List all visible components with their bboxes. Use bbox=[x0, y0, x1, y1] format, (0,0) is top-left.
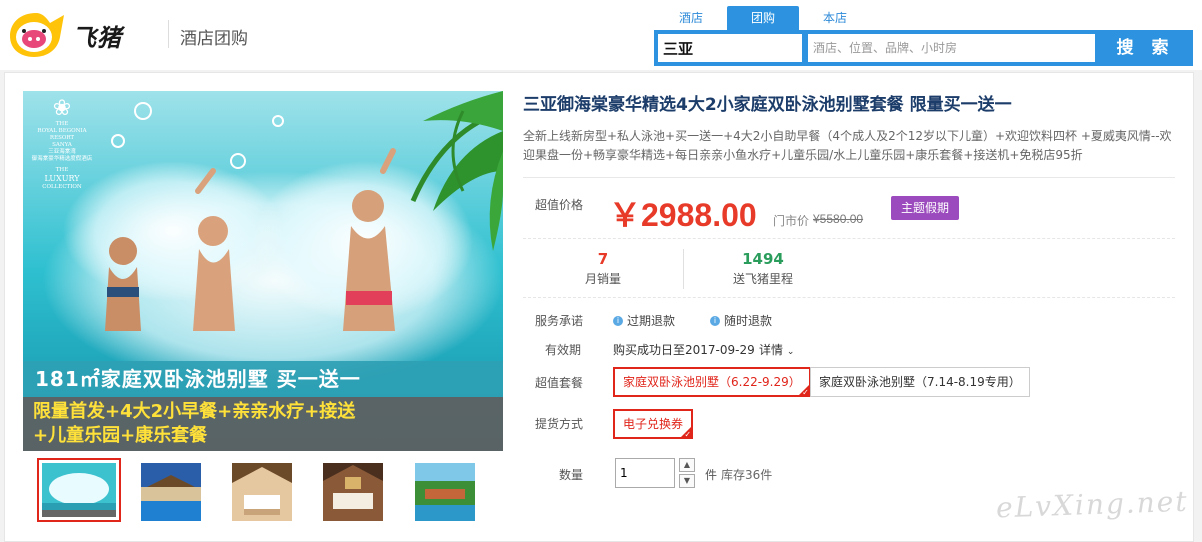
tab-hotel[interactable]: 酒店 bbox=[655, 6, 727, 32]
thumbnail-3[interactable] bbox=[232, 463, 292, 521]
promo-banner-details: 限量首发+4大2小早餐+亲亲水疗+接送 +儿童乐园+康乐套餐 bbox=[23, 397, 503, 451]
site-watermark: eLvXing.net bbox=[995, 484, 1190, 525]
package-label: 超值套餐 bbox=[535, 376, 584, 390]
check-icon: ✓ bbox=[802, 388, 809, 397]
validity-label: 有效期 bbox=[545, 343, 582, 357]
quantity-increment-button[interactable]: ▲ bbox=[679, 458, 695, 472]
product-title: 三亚御海棠豪华精选4大2小家庭双卧泳池别墅套餐 限量买一送一 bbox=[523, 95, 1012, 115]
reward-points: 1494 送飞猪里程 bbox=[693, 249, 833, 289]
header-divider bbox=[168, 20, 169, 48]
thumbnail-strip bbox=[23, 457, 503, 527]
begonia-flower-icon: ❀ bbox=[52, 96, 72, 121]
thumbnail-bedroom-image bbox=[232, 463, 292, 521]
check-icon: ✓ bbox=[684, 430, 692, 439]
theme-holiday-badge[interactable]: 主题假期 bbox=[891, 196, 959, 220]
package-option-2[interactable]: 家庭双卧泳池别墅（7.14-8.19专用） bbox=[810, 367, 1030, 397]
thumbnail-2[interactable] bbox=[141, 463, 201, 521]
thumbnail-room-image bbox=[323, 463, 383, 521]
stat-divider bbox=[683, 249, 684, 289]
quantity-label: 数量 bbox=[559, 468, 584, 482]
delivery-option-evoucher[interactable]: 电子兑换券 ✓ bbox=[613, 409, 694, 439]
thumbnail-pool-image bbox=[42, 463, 116, 517]
validity-value: 购买成功日至2017-09-29 bbox=[613, 343, 755, 357]
price-label: 超值价格 bbox=[535, 198, 584, 212]
thumbnail-villa-pool-image bbox=[141, 463, 201, 521]
product-panel: ❀ THE ROYAL BEGONIA RESORT SANYA 三亚海棠湾 御… bbox=[4, 72, 1194, 542]
product-info: 三亚御海棠豪华精选4大2小家庭双卧泳池别墅套餐 限量买一送一 全新上线新房型+私… bbox=[523, 91, 1175, 498]
search-bar: 搜 索 bbox=[654, 30, 1193, 66]
brand-name[interactable]: 飞猪 bbox=[72, 18, 122, 53]
info-icon: i bbox=[613, 315, 623, 326]
thumbnail-1[interactable] bbox=[37, 458, 121, 522]
resort-logo: ❀ THE ROYAL BEGONIA RESORT SANYA 三亚海棠湾 御… bbox=[29, 97, 95, 191]
package-option-1[interactable]: 家庭双卧泳池别墅（6.22-9.29） ✓ bbox=[613, 367, 811, 397]
city-input[interactable] bbox=[658, 34, 802, 62]
delivery-method-label: 提货方式 bbox=[535, 417, 584, 431]
quantity-decrement-button[interactable]: ▼ bbox=[679, 474, 695, 488]
chevron-down-icon: ⌄ bbox=[786, 347, 795, 357]
search-tabs: 酒店 团购 本店 bbox=[655, 6, 871, 32]
sales-stats: 7 月销量 1494 送飞猪里程 bbox=[523, 238, 1175, 298]
quantity-input[interactable] bbox=[615, 458, 675, 488]
reward-points-label: 送飞猪里程 bbox=[732, 272, 793, 286]
reward-points-value: 1494 bbox=[742, 250, 784, 268]
monthly-sales-value: 7 bbox=[597, 250, 609, 268]
promise-refund-anytime: i 随时退款 bbox=[710, 312, 772, 329]
search-button[interactable]: 搜 索 bbox=[1098, 30, 1193, 66]
page-section-title: 酒店团购 bbox=[180, 29, 248, 49]
thumbnail-garden-pool-image bbox=[415, 463, 475, 521]
monthly-sales-label: 月销量 bbox=[584, 272, 621, 286]
thumbnail-4[interactable] bbox=[323, 463, 383, 521]
retail-price: ¥5580.00 bbox=[813, 212, 864, 226]
sale-price: ￥2988.00 bbox=[609, 197, 757, 233]
product-description: 全新上线新房型+私人泳池+买一送一+4大2小自助早餐（4个成人及2个12岁以下儿… bbox=[523, 129, 1172, 162]
price-section: 超值价格 ￥2988.00 门市价 ¥5580.00 主题假期 bbox=[523, 178, 1175, 238]
keyword-search-input[interactable] bbox=[808, 34, 1095, 62]
tab-this-store[interactable]: 本店 bbox=[799, 6, 871, 32]
product-hero-image: ❀ THE ROYAL BEGONIA RESORT SANYA 三亚海棠湾 御… bbox=[23, 91, 503, 451]
validity-details-link[interactable]: 详情 ⌄ bbox=[759, 341, 794, 358]
promise-refund-expired: i 过期退款 bbox=[613, 312, 675, 329]
info-icon: i bbox=[710, 315, 720, 326]
monthly-sales: 7 月销量 bbox=[533, 249, 673, 289]
retail-price-label: 门市价 bbox=[773, 214, 810, 228]
site-header: 飞猪 酒店团购 酒店 团购 本店 搜 索 bbox=[0, 0, 1202, 70]
promo-banner-headline: 181㎡家庭双卧泳池别墅 买一送一 bbox=[23, 361, 503, 397]
purchase-options: 服务承诺 i 过期退款 i 随时退款 有效期 购买成功日至2017-09-29 … bbox=[523, 298, 1175, 498]
thumbnail-5[interactable] bbox=[415, 463, 475, 521]
stock-count: 库存36件 bbox=[721, 468, 773, 482]
quantity-unit: 件 bbox=[705, 468, 718, 482]
service-promise-label: 服务承诺 bbox=[535, 314, 584, 328]
fliggy-logo-icon[interactable] bbox=[6, 9, 66, 61]
tab-group-buy[interactable]: 团购 bbox=[727, 6, 799, 32]
